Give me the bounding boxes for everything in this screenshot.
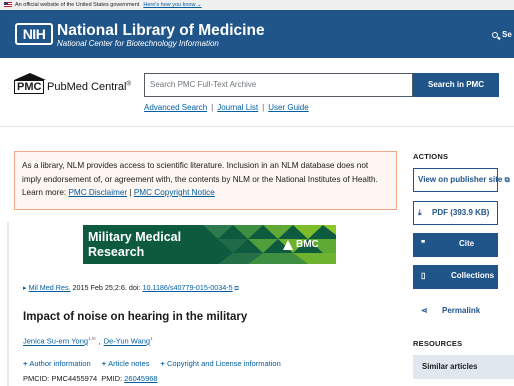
author-list: Jenica Su-ern Yong1,✉, De-Yun Wang1 — [23, 336, 153, 346]
share-icon: ⋖ — [421, 306, 428, 315]
search-in-pmc-button[interactable]: Search in PMC — [413, 73, 499, 97]
pmid-link[interactable]: 26045968 — [124, 374, 157, 383]
cite-button[interactable]: ❞ Cite — [413, 233, 498, 257]
pmc-logo-box: PMC — [14, 80, 45, 94]
search-icon — [492, 32, 498, 38]
external-link-icon: ⧉ — [504, 177, 510, 184]
journal-list-link[interactable]: Journal List — [217, 103, 258, 112]
pmc-copyright-link[interactable]: PMC Copyright Notice — [134, 188, 215, 197]
view-publisher-button[interactable]: View on publisher site ⧉ — [413, 168, 510, 192]
article-notes-toggle[interactable]: + Article notes — [102, 359, 150, 368]
article-ids: PMCID: PMC4455974 PMID: 26045968 — [23, 374, 158, 383]
author-information-toggle[interactable]: + Author information — [23, 359, 91, 368]
doi-link[interactable]: 10.1186/s40779-015-0034-5 — [142, 283, 232, 292]
pmc-disclaimer-link[interactable]: PMC Disclaimer — [68, 188, 127, 197]
chevron-down-icon: ⌄ — [196, 2, 202, 8]
user-guide-link[interactable]: User Guide — [268, 103, 308, 112]
us-flag-icon — [4, 2, 12, 8]
pmc-search-input[interactable]: Search PMC Full-Text Archive — [144, 73, 413, 97]
nlm-header: NIH National Library of Medicine Nationa… — [0, 10, 514, 58]
nlm-subtitle: National Center for Biotechnology Inform… — [57, 39, 219, 48]
article-title: Impact of noise on hearing in the milita… — [23, 311, 248, 323]
article-citation: ▸ Mil Med Res. 2015 Feb 25;2:6. doi: 10.… — [23, 283, 239, 292]
external-link-icon: ⧉ — [232, 286, 239, 292]
permalink-button[interactable]: ⋖ Permalink — [413, 300, 498, 322]
pmc-logo-text: PubMed Central® — [47, 81, 131, 93]
bmc-label: BMC — [296, 239, 319, 250]
quote-icon: ❞ — [421, 239, 426, 248]
header-search-button[interactable]: Se — [492, 30, 512, 39]
resources-heading: RESOURCES — [413, 339, 463, 348]
pmc-logo[interactable]: PMC PubMed Central® — [14, 73, 136, 97]
author-link[interactable]: Jenica Su-ern Yong — [23, 337, 88, 346]
journal-link[interactable]: Mil Med Res. — [29, 283, 71, 292]
banner-journal-name: Military Medical Research — [88, 230, 182, 259]
pdf-download-button[interactable]: ⤓ PDF (393.9 KB) — [413, 201, 498, 225]
article-meta-links: + Author information + Article notes + Copy… — [23, 359, 290, 368]
gov-banner: An official website of the United States… — [0, 0, 514, 10]
pmc-roof-icon — [14, 73, 46, 80]
search-links: Advanced Search | Journal List | User Guide — [144, 103, 309, 112]
heres-how-link[interactable]: Here's how you know ⌄ — [143, 2, 201, 8]
journal-banner[interactable]: Military Medical Research BMC — [83, 225, 336, 264]
article-left-rule — [7, 222, 9, 386]
gov-banner-text: An official website of the United States… — [15, 2, 140, 8]
author-link[interactable]: De-Yun Wang — [104, 337, 150, 346]
header-divider — [0, 126, 514, 127]
copyright-license-toggle[interactable]: + Copyright and License information — [161, 359, 281, 368]
bookmark-icon: ▯ — [421, 271, 426, 280]
similar-articles-toggle[interactable]: Similar articles — [413, 355, 514, 379]
collections-button[interactable]: ▯ Collections — [413, 265, 498, 289]
download-icon: ⤓ — [418, 208, 422, 217]
advanced-search-link[interactable]: Advanced Search — [144, 103, 207, 112]
actions-heading: ACTIONS — [413, 152, 449, 161]
nih-logo[interactable]: NIH — [15, 23, 53, 45]
disclaimer-box: As a library, NLM provides access to sci… — [14, 151, 397, 210]
nlm-title[interactable]: National Library of Medicine — [57, 22, 265, 40]
